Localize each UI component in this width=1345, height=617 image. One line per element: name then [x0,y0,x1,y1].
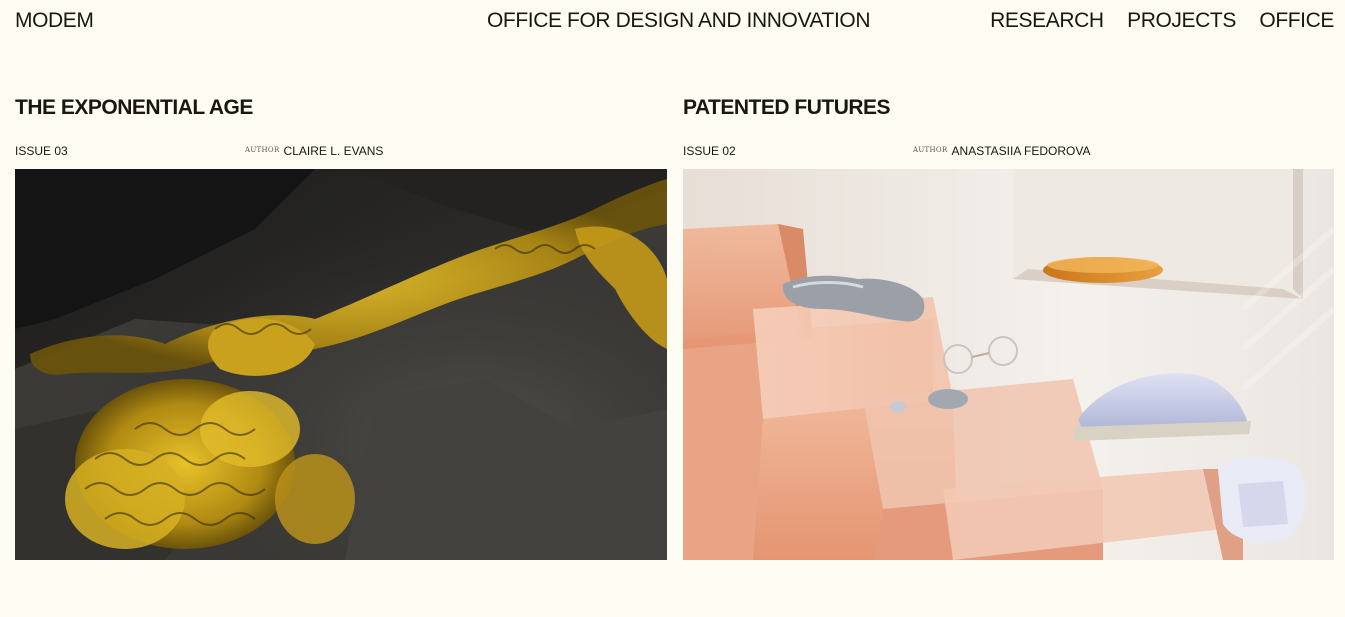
author-label: AUTHOR [245,146,280,154]
article-meta: ISSUE 02 AUTHOR ANASTASIIA FEDOROVA [683,144,1334,164]
nav-office-link[interactable]: OFFICE [1259,9,1334,33]
article-issue: ISSUE 02 [683,144,736,158]
article-author-block: AUTHOR ANASTASIIA FEDOROVA [913,144,1090,158]
article-image-lichen-rock[interactable] [15,169,667,560]
author-name[interactable]: CLAIRE L. EVANS [284,144,384,158]
peach-steps-image [683,169,1334,560]
site-tagline: OFFICE FOR DESIGN AND INNOVATION [487,9,871,32]
article-title[interactable]: THE EXPONENTIAL AGE [15,96,667,120]
article-author-block: AUTHOR CLAIRE L. EVANS [245,144,383,158]
article-title[interactable]: PATENTED FUTURES [683,96,1334,120]
article-meta: ISSUE 03 AUTHOR CLAIRE L. EVANS [15,144,667,164]
author-name[interactable]: ANASTASIIA FEDOROVA [952,144,1091,158]
article-issue: ISSUE 03 [15,144,68,158]
nav-projects-link[interactable]: PROJECTS [1127,9,1236,33]
article-card-patented-futures[interactable]: PATENTED FUTURES ISSUE 02 AUTHOR ANASTASI… [683,96,1334,560]
article-card-exponential-age[interactable]: THE EXPONENTIAL AGE ISSUE 03 AUTHOR CLAIR… [15,96,667,560]
author-label: AUTHOR [913,146,948,154]
article-image-peach-steps[interactable] [683,169,1334,560]
main-nav: RESEARCH PROJECTS OFFICE [971,0,1334,40]
nav-research-link[interactable]: RESEARCH [990,9,1104,33]
lichen-rock-image [15,169,667,560]
brand-logo-link[interactable]: MODEM [15,9,94,33]
